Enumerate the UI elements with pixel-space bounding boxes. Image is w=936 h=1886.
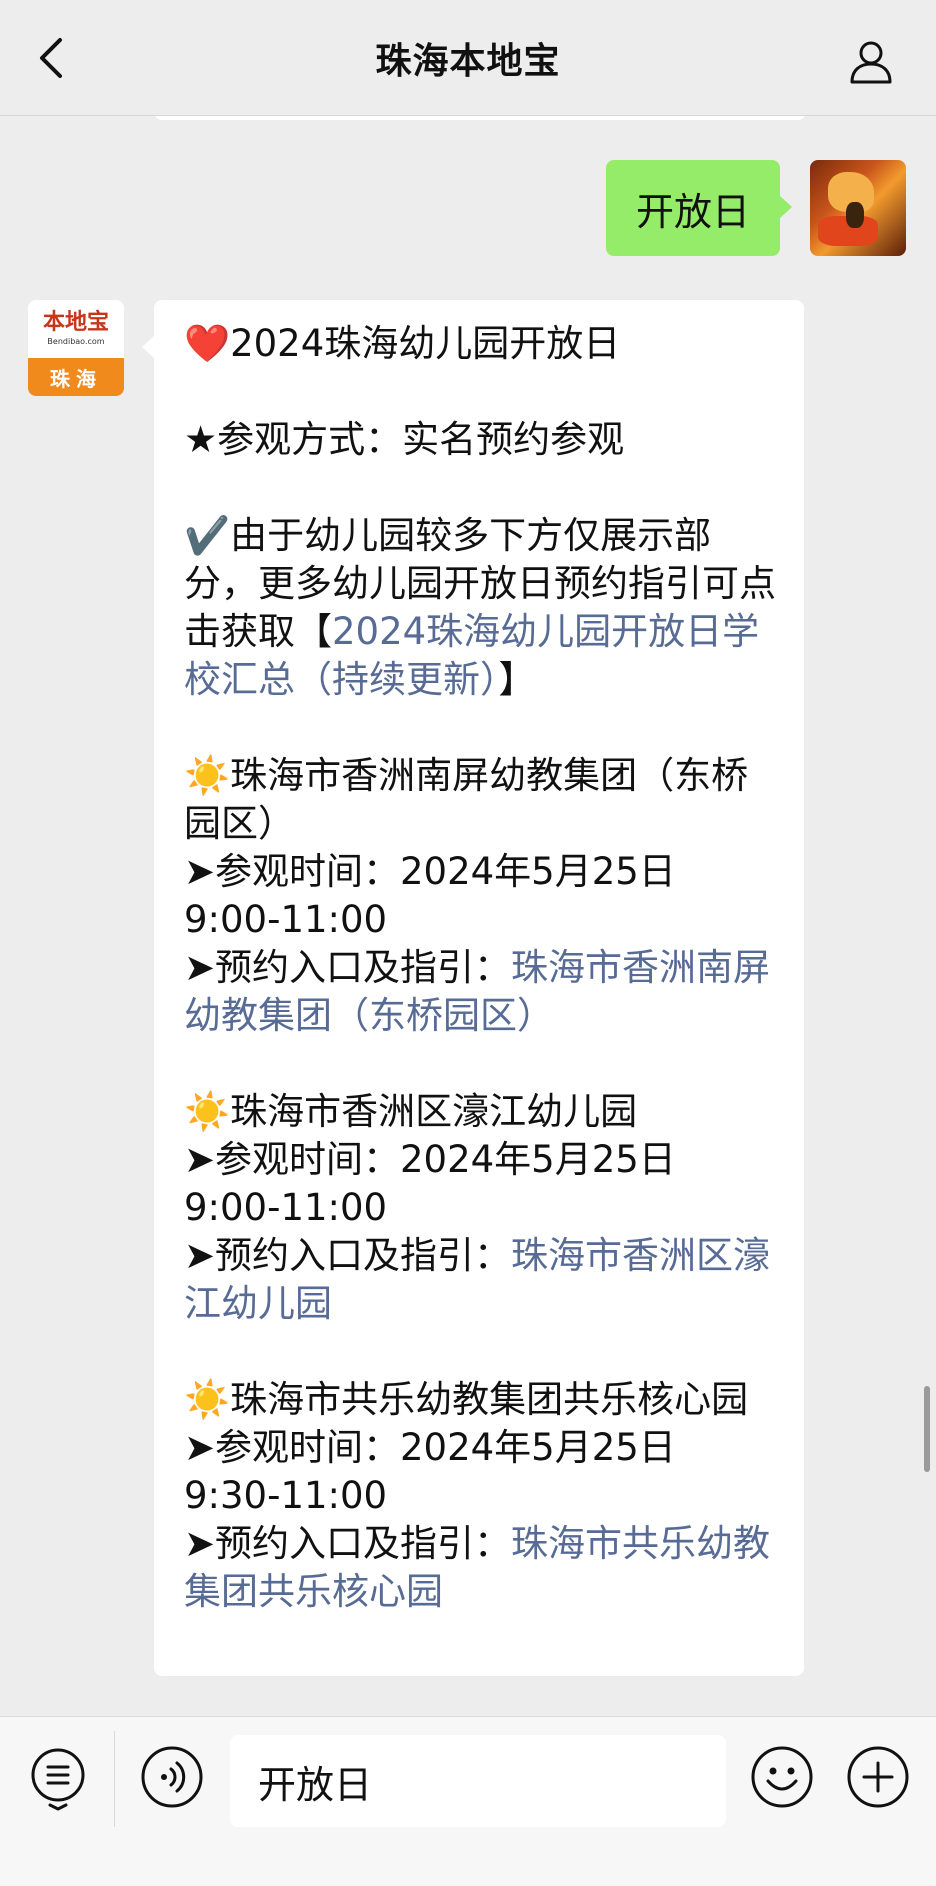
check-icon: ✔️ bbox=[184, 514, 231, 557]
school-entry: ☀️珠海市香洲南屏幼教集团（东桥园区） ➤参观时间：2024年5月25日 9:0… bbox=[184, 752, 776, 1040]
booking-entry: ➤预约入口及指引：珠海市香洲南屏幼教集团（东桥园区） bbox=[184, 944, 776, 1040]
scrollbar-thumb[interactable] bbox=[924, 1386, 930, 1472]
plus-icon[interactable] bbox=[846, 1745, 910, 1809]
visit-time: ➤参观时间：2024年5月25日 9:00-11:00 bbox=[184, 1136, 776, 1232]
school-name: ☀️珠海市香洲区濠江幼儿园 bbox=[184, 1088, 776, 1136]
booking-entry-label: ➤预约入口及指引： bbox=[184, 1234, 512, 1277]
toolbar-divider bbox=[114, 1731, 115, 1827]
note-paragraph: ✔️由于幼儿园较多下方仅展示部分，更多幼儿园开放日预约指引可点击获取【2024珠… bbox=[184, 512, 776, 704]
sent-message: 开放日 bbox=[605, 160, 906, 256]
visit-time: ➤参观时间：2024年5月25日 9:30-11:00 bbox=[184, 1424, 776, 1520]
avatar-brand: 本地宝 bbox=[42, 310, 109, 335]
list-menu-icon[interactable] bbox=[28, 1747, 88, 1811]
school-entry: ☀️珠海市共乐幼教集团共乐核心园 ➤参观时间：2024年5月25日 9:30-1… bbox=[184, 1376, 776, 1616]
article-heading: ❤️2024珠海幼儿园开放日 bbox=[184, 320, 776, 368]
input-toolbar: 开放日 bbox=[0, 1716, 936, 1886]
voice-icon[interactable] bbox=[140, 1745, 204, 1809]
school-name-text: 珠海市香洲南屏幼教集团（东桥园区） bbox=[184, 754, 749, 845]
smiley-icon[interactable] bbox=[750, 1745, 814, 1809]
sent-message-text: 开放日 bbox=[635, 189, 750, 234]
user-profile-icon[interactable] bbox=[846, 36, 896, 86]
school-name: ☀️珠海市共乐幼教集团共乐核心园 bbox=[184, 1376, 776, 1424]
visit-time-label: ➤参观时间： bbox=[184, 1426, 401, 1469]
chat-area[interactable]: 开放日 本地宝 Bendibao.com 珠海 ❤️2024珠海幼儿园开放日 ★… bbox=[0, 116, 936, 1716]
heart-icon: ❤️ bbox=[184, 322, 231, 365]
school-name: ☀️珠海市香洲南屏幼教集团（东桥园区） bbox=[184, 752, 776, 848]
received-message: 本地宝 Bendibao.com 珠海 ❤️2024珠海幼儿园开放日 ★参观方式… bbox=[28, 300, 804, 1676]
school-entry: ☀️珠海市香洲区濠江幼儿园 ➤参观时间：2024年5月25日 9:00-11:0… bbox=[184, 1088, 776, 1328]
back-chevron-icon[interactable] bbox=[32, 34, 72, 82]
account-avatar[interactable]: 本地宝 Bendibao.com 珠海 bbox=[28, 300, 124, 396]
booking-entry: ➤预约入口及指引：珠海市香洲区濠江幼儿园 bbox=[184, 1232, 776, 1328]
note-end: 】 bbox=[498, 658, 536, 701]
sent-message-bubble[interactable]: 开放日 bbox=[605, 160, 793, 256]
school-name-text: 珠海市香洲区濠江幼儿园 bbox=[230, 1090, 638, 1133]
avatar-site: Bendibao.com bbox=[47, 337, 105, 346]
received-message-bubble[interactable]: ❤️2024珠海幼儿园开放日 ★参观方式：实名预约参观 ✔️由于幼儿园较多下方仅… bbox=[142, 300, 804, 1676]
school-name-text: 珠海市共乐幼教集团共乐核心园 bbox=[230, 1378, 749, 1421]
my-avatar[interactable] bbox=[810, 160, 906, 256]
booking-entry: ➤预约入口及指引：珠海市共乐幼教集团共乐核心园 bbox=[184, 1520, 776, 1616]
avatar-city: 珠海 bbox=[28, 358, 124, 396]
sun-icon: ☀️ bbox=[184, 1090, 231, 1133]
booking-entry-label: ➤预约入口及指引： bbox=[184, 946, 512, 989]
visit-time-label: ➤参观时间： bbox=[184, 1138, 401, 1181]
visit-time-label: ➤参观时间： bbox=[184, 850, 401, 893]
sun-icon: ☀️ bbox=[184, 1378, 231, 1421]
article-heading-text: 2024珠海幼儿园开放日 bbox=[230, 322, 621, 365]
message-input[interactable]: 开放日 bbox=[230, 1735, 726, 1827]
sun-icon: ☀️ bbox=[184, 754, 231, 797]
top-bar: 珠海本地宝 bbox=[0, 0, 936, 116]
previous-message-bubble bbox=[154, 116, 806, 120]
chat-title: 珠海本地宝 bbox=[375, 40, 561, 82]
booking-entry-label: ➤预约入口及指引： bbox=[184, 1522, 512, 1565]
message-input-text: 开放日 bbox=[258, 1762, 373, 1807]
visit-time: ➤参观时间：2024年5月25日 9:00-11:00 bbox=[184, 848, 776, 944]
visit-method: ★参观方式：实名预约参观 bbox=[184, 418, 625, 461]
